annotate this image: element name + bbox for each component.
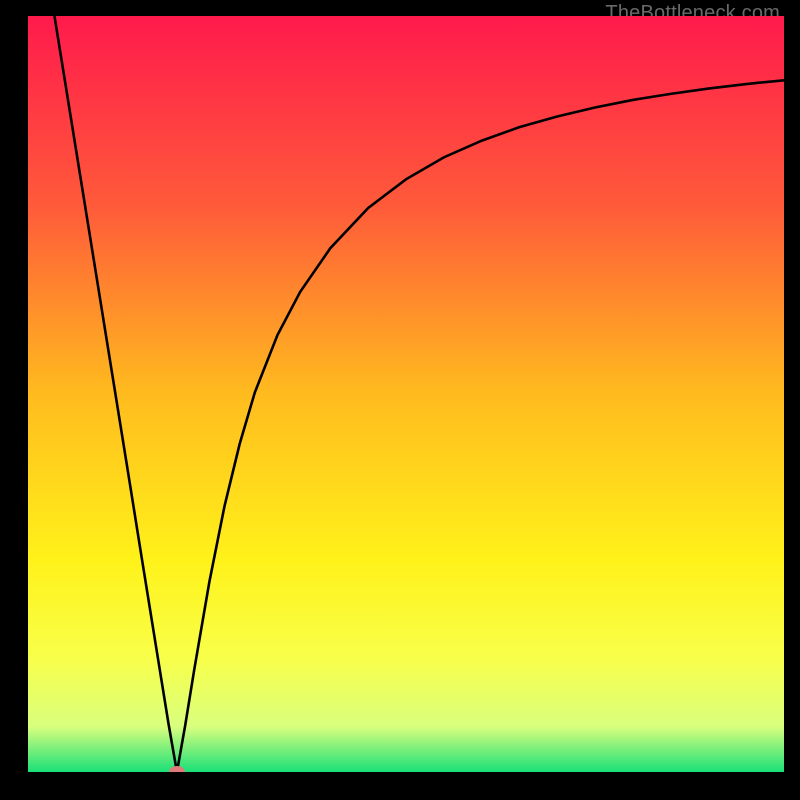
plot-area (28, 16, 784, 772)
chart-container: TheBottleneck.com (0, 0, 800, 800)
gradient-background (28, 16, 784, 772)
chart-svg (28, 16, 784, 772)
